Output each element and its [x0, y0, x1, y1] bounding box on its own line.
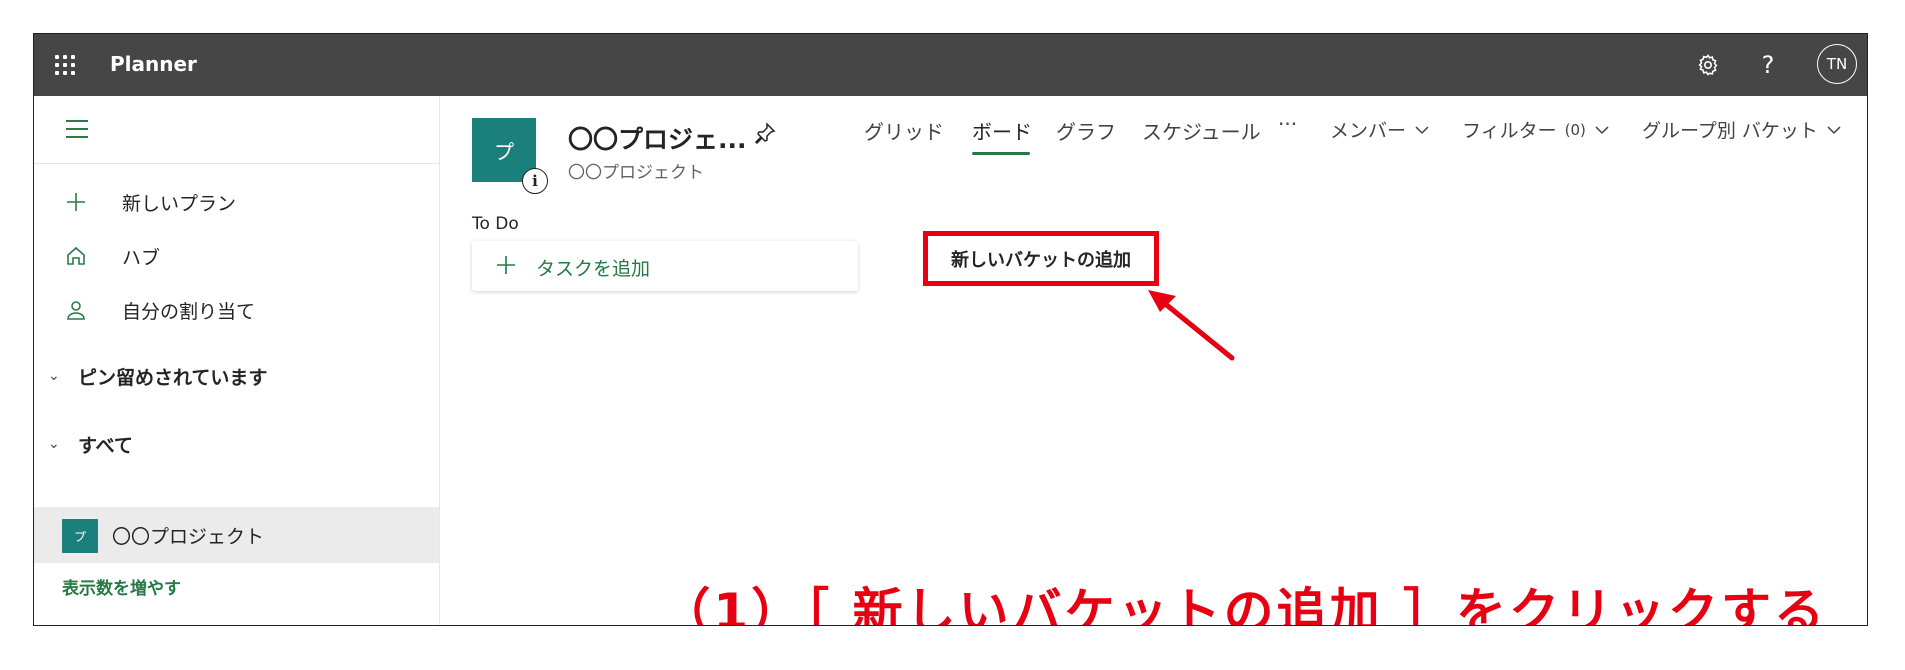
chevron-down-icon: ⌄: [48, 436, 60, 452]
red-arrow-annotation: [1148, 290, 1235, 361]
gear-icon: [1698, 54, 1718, 76]
filter-count: (0): [1564, 120, 1586, 139]
bucket-title: To Do: [472, 214, 519, 234]
add-task-button[interactable]: タスクを追加: [472, 241, 858, 291]
settings-button[interactable]: [1689, 46, 1727, 84]
app-launcher-icon[interactable]: [52, 52, 78, 78]
sidebar-item-my-tasks[interactable]: 自分の割り当て: [34, 288, 439, 332]
filter-dropdown[interactable]: フィルター (0): [1462, 116, 1610, 143]
sidebar-item-new-plan[interactable]: 新しいプラン: [34, 180, 439, 224]
section-all[interactable]: ⌄ すべて: [34, 426, 439, 462]
help-icon: ?: [1761, 51, 1775, 79]
group-by-dropdown[interactable]: グループ別 バケット: [1642, 116, 1842, 143]
dropdown-label: メンバー: [1330, 120, 1407, 142]
section-pinned[interactable]: ⌄ ピン留めされています: [34, 358, 439, 394]
tab-chart[interactable]: グラフ: [1056, 116, 1116, 145]
left-sidebar: 新しいプラン ハブ 自分の割り当て ⌄ ピン留めされています ⌄ すべて プ 〇…: [34, 96, 440, 625]
dropdown-label: グループ別 バケット: [1642, 120, 1818, 142]
sidebar-item-hub[interactable]: ハブ: [34, 234, 439, 278]
active-tab-indicator: [972, 152, 1030, 155]
add-new-bucket-button[interactable]: 新しいバケットの追加: [923, 231, 1159, 286]
app-title: Planner: [110, 52, 197, 76]
tab-schedule[interactable]: スケジュール: [1142, 116, 1261, 145]
hamburger-menu-icon[interactable]: [66, 120, 88, 138]
sidebar-item-label: 自分の割り当て: [122, 300, 256, 323]
plan-subtitle: 〇〇プロジェクト: [568, 163, 704, 183]
sidebar-item-label: 〇〇プロジェクト: [112, 526, 265, 548]
person-icon: [64, 298, 88, 322]
add-task-label: タスクを追加: [536, 258, 651, 280]
tab-grid[interactable]: グリッド: [864, 116, 944, 145]
top-bar: Planner ? TN: [34, 34, 1867, 96]
tab-board[interactable]: ボード: [972, 116, 1032, 145]
chevron-down-icon: [1415, 125, 1429, 134]
app-window: Planner ? TN 新しいプラン ハブ 自分の割り当て ⌄ ピン留めされて…: [33, 33, 1868, 626]
members-dropdown[interactable]: メンバー: [1330, 116, 1430, 143]
sidebar-divider: [34, 163, 439, 164]
show-more-link[interactable]: 表示数を増やす: [62, 574, 181, 599]
help-button[interactable]: ?: [1749, 46, 1787, 84]
plan-tile-icon: プ: [62, 519, 98, 553]
home-icon: [64, 244, 88, 268]
info-icon[interactable]: i: [522, 168, 548, 194]
section-label: ピン留めされています: [78, 366, 268, 389]
more-options-icon[interactable]: ···: [1278, 112, 1297, 136]
chevron-down-icon: ⌄: [48, 368, 60, 384]
plus-icon: [64, 190, 88, 214]
dropdown-label: フィルター: [1462, 120, 1557, 142]
plus-icon: [497, 256, 515, 274]
view-tabs: グリッド ボード グラフ スケジュール ··· メンバー フィルター (0) グ…: [440, 112, 1867, 156]
sidebar-item-plan[interactable]: プ 〇〇プロジェクト: [34, 507, 439, 563]
chevron-down-icon: [1595, 125, 1609, 134]
instruction-caption: （1）［ 新しいバケットの追加 ］をクリックする: [660, 583, 1827, 626]
sidebar-item-label: 新しいプラン: [122, 192, 237, 215]
avatar[interactable]: TN: [1817, 44, 1857, 84]
sidebar-item-label: ハブ: [122, 246, 161, 269]
section-label: すべて: [78, 434, 133, 457]
main-content: プ i 〇〇プロジェ... 〇〇プロジェクト グリッド ボード グラフ スケジュ…: [440, 96, 1867, 625]
chevron-down-icon: [1827, 125, 1841, 134]
